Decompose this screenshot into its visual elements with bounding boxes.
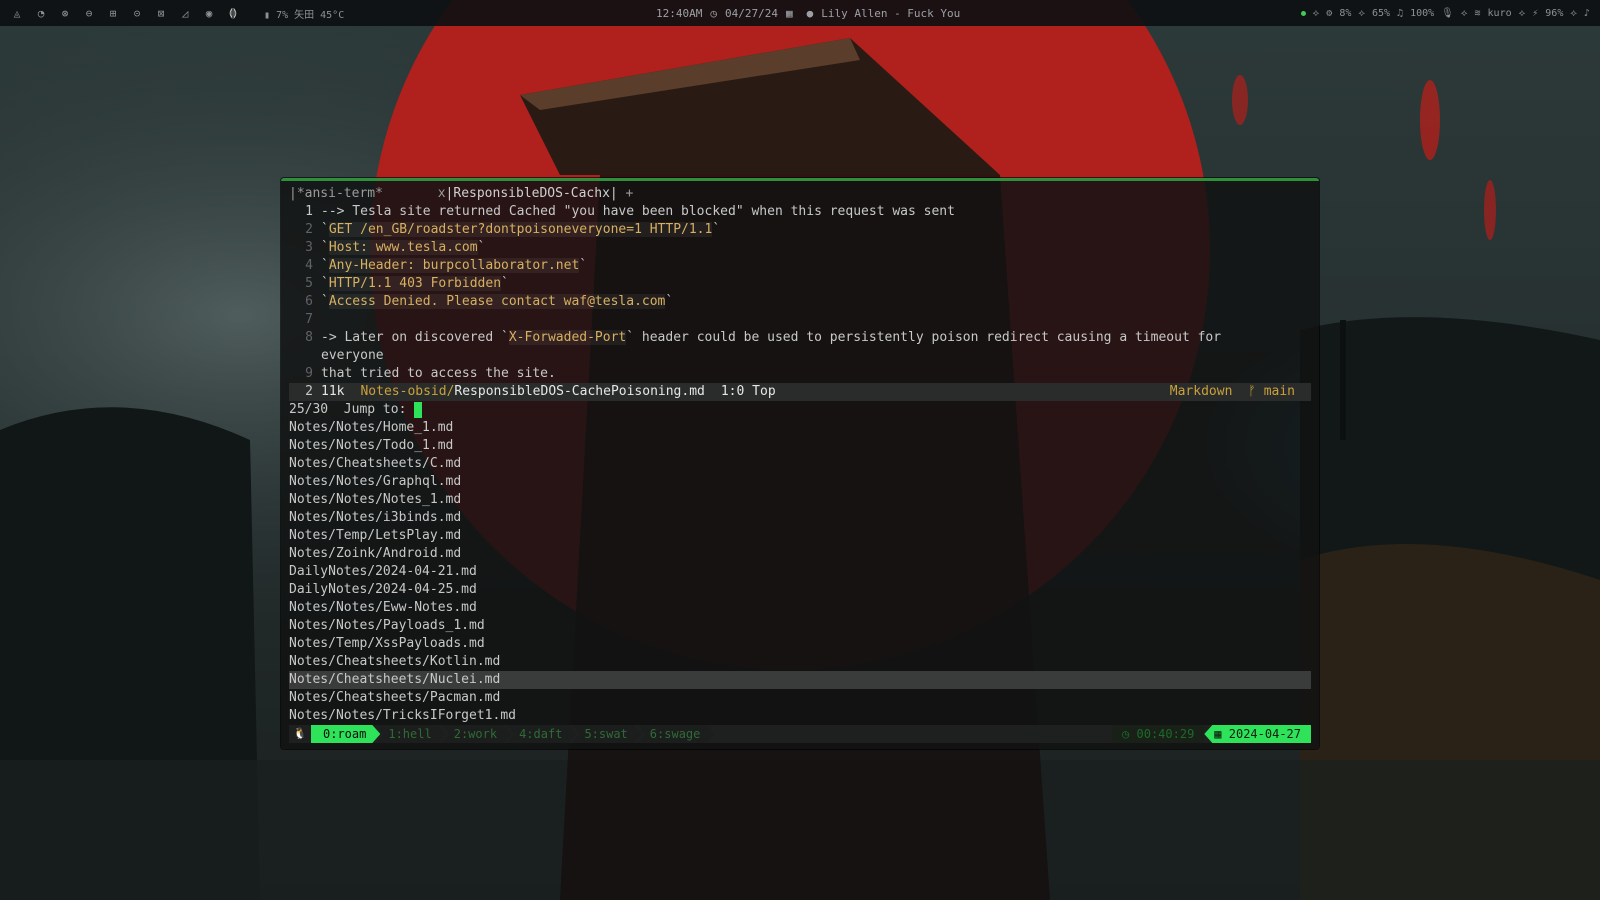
completion-item[interactable]: DailyNotes/2024-04-25.md: [289, 581, 1311, 599]
editor-line: 7: [305, 312, 313, 327]
completion-item[interactable]: DailyNotes/2024-04-21.md: [289, 563, 1311, 581]
battery-level: 96%: [1545, 7, 1564, 19]
wifi-icon[interactable]: ≋: [1475, 8, 1481, 19]
completion-item-selected[interactable]: Notes/Cheatsheets/Nuclei.md: [289, 671, 1311, 689]
workspace-2-icon[interactable]: ◔: [34, 6, 48, 20]
editor-line: 2 `GET /en_GB/roadster?dontpoisoneveryone…: [305, 222, 721, 237]
terminal-window[interactable]: |*ansi-term* x|ResponsibleDOS-Cachx| + 1…: [281, 178, 1319, 749]
calendar-icon: ▦: [785, 6, 793, 20]
editor-line: 4 `Any-Header: burpcollaborator.net`: [305, 258, 588, 273]
editor-line: 1 --> Tesla site returned Cached "you hav…: [305, 204, 955, 219]
file-size: 11k: [321, 384, 345, 399]
inline-code: X-Forwaded-Port: [508, 330, 627, 345]
separator-icon: ⟡: [1312, 7, 1320, 19]
inline-code: Any-Header: burpcollaborator.net: [328, 258, 580, 273]
system-stats: ▮ 7% 矢田 45°C: [264, 9, 345, 21]
editor-line: 8 -> Later on discovered `X-Forwaded-Port…: [305, 330, 1222, 345]
workspace-3-icon[interactable]: ⊛: [58, 6, 72, 20]
music-icon: ●: [806, 6, 814, 20]
memory-icon: ▮: [264, 9, 271, 21]
tmux-window-active[interactable]: 0:roam: [311, 725, 380, 743]
file-name: ResponsibleDOS-CachePoisoning.md: [454, 384, 705, 399]
separator-icon: ⟡: [1358, 7, 1365, 19]
major-mode: Markdown: [1169, 384, 1233, 399]
clock: 12:40AM: [656, 6, 703, 20]
completion-item[interactable]: Notes/Notes/Todo_1.md: [289, 437, 1311, 455]
minibuffer-prompt[interactable]: 25/30 Jump to:: [281, 401, 1319, 419]
inline-code: Access Denied. Please contact waf@tesla.…: [328, 294, 666, 309]
status-dot-icon: [1300, 10, 1306, 16]
editor-line: 6 `Access Denied. Please contact waf@tesl…: [305, 294, 674, 309]
match-count: 25/30: [289, 402, 329, 417]
cpu-usage: 8%: [1339, 7, 1352, 19]
editor-line: 3 `Host: www.tesla.com`: [305, 240, 486, 255]
workspace-1-icon[interactable]: ◬: [10, 6, 24, 20]
tab-responsible-dos[interactable]: |ResponsibleDOS-Cachx|: [446, 186, 618, 201]
penguin-icon: 🐧: [293, 727, 307, 740]
cpu-icon: ⚙: [1326, 7, 1333, 19]
workspace-7-icon[interactable]: ⊠: [154, 6, 168, 20]
battery-icon: ⚡: [1532, 7, 1539, 19]
now-playing[interactable]: Lily Allen - Fuck You: [821, 7, 960, 20]
tmux-window[interactable]: 2:work: [442, 725, 511, 743]
microphone-icon: 🎙: [1441, 7, 1454, 19]
workspace-6-icon[interactable]: ⊝: [130, 6, 144, 20]
completion-item[interactable]: Notes/Notes/Payloads_1.md: [289, 617, 1311, 635]
workspace-4-icon[interactable]: ⊖: [82, 6, 96, 20]
editor-statusline: 2 11k Notes-obsid/ResponsibleDOS-CachePo…: [289, 383, 1311, 401]
tab-ansi-term[interactable]: |*ansi-term* x: [289, 186, 446, 201]
file-directory: Notes-obsid/: [360, 384, 455, 399]
completion-item[interactable]: Notes/Notes/i3binds.md: [289, 509, 1311, 527]
tab-line: |*ansi-term* x|ResponsibleDOS-Cachx| +: [281, 185, 1319, 203]
bell-icon[interactable]: ♪: [1584, 8, 1590, 19]
cursor-position: 1:0 Top: [720, 384, 776, 399]
completion-item[interactable]: Notes/Temp/XssPayloads.md: [289, 635, 1311, 653]
clock-icon: ◷: [710, 6, 717, 20]
tmux-window[interactable]: 1:hell: [376, 725, 445, 743]
editor-line: 5 `HTTP/1.1 403 Forbidden`: [305, 276, 509, 291]
tmux-window[interactable]: 6:swage: [638, 725, 715, 743]
editor-line: 9 that tried to access the site.: [305, 366, 556, 381]
inline-code: GET /en_GB/roadster?dontpoisoneveryone=1…: [328, 222, 713, 237]
completion-item[interactable]: Notes/Cheatsheets/Pacman.md: [289, 689, 1311, 707]
completion-item[interactable]: Notes/Notes/TricksIForget1.md: [289, 707, 1311, 725]
workspace-9-icon[interactable]: ◉: [202, 6, 216, 20]
completion-list[interactable]: Notes/Notes/Home_1.md Notes/Notes/Todo_1.…: [281, 419, 1319, 725]
volume-level[interactable]: 100%: [1410, 8, 1434, 19]
workspace-10-icon[interactable]: ⟬⟭: [226, 6, 240, 20]
date: 04/27/24: [724, 6, 778, 20]
separator-icon: ⟡: [1518, 7, 1526, 19]
workspace-8-icon[interactable]: ◿: [178, 6, 192, 20]
editor-line: everyone: [321, 348, 384, 363]
completion-item[interactable]: Notes/Cheatsheets/Kotlin.md: [289, 653, 1311, 671]
separator-icon: ⟡: [1570, 7, 1577, 19]
workspace-5-icon[interactable]: ⊞: [106, 6, 120, 20]
tmux-date: ▦ 2024-04-27: [1204, 725, 1311, 743]
git-branch: ᚠ main: [1248, 384, 1295, 399]
completion-item[interactable]: Notes/Cheatsheets/C.md: [289, 455, 1311, 473]
separator-icon: ⟡: [1460, 7, 1468, 19]
completion-item[interactable]: Notes/Temp/LetsPlay.md: [289, 527, 1311, 545]
headphones-icon: ♫: [1397, 7, 1404, 19]
text-cursor: [414, 402, 423, 418]
completion-item[interactable]: Notes/Notes/Eww-Notes.md: [289, 599, 1311, 617]
inline-code: Host: www.tesla.com: [328, 240, 478, 255]
tmux-window[interactable]: 5:swat: [572, 725, 641, 743]
completion-item[interactable]: Notes/Notes/Home_1.md: [289, 419, 1311, 437]
tmux-clock: ◷ 00:40:29: [1112, 725, 1205, 743]
completion-item[interactable]: Notes/Notes/Graphql.md: [289, 473, 1311, 491]
completion-item[interactable]: Notes/Notes/Notes_1.md: [289, 491, 1311, 509]
new-tab-button[interactable]: +: [618, 186, 634, 201]
tmux-window[interactable]: 4:daft: [507, 725, 576, 743]
completion-item[interactable]: Notes/Zoink/Android.md: [289, 545, 1311, 563]
top-status-bar: ◬ ◔ ⊛ ⊖ ⊞ ⊝ ⊠ ◿ ◉ ⟬⟭ ▮ 7% 矢田 45°C 12:40A…: [0, 0, 1600, 26]
prompt-label: Jump to:: [343, 402, 407, 417]
editor-buffer[interactable]: 1 --> Tesla site returned Cached "you hav…: [281, 203, 1319, 383]
clock-icon: ◷: [1122, 727, 1137, 741]
inline-code: HTTP/1.1 403 Forbidden: [328, 276, 502, 291]
username: kuro: [1487, 7, 1512, 19]
memory-usage: 65%: [1371, 7, 1391, 19]
tmux-status-bar: 🐧 0:roam 1:hell 2:work 4:daft 5:swat 6:s…: [289, 725, 1311, 743]
calendar-icon: ▦: [1214, 727, 1229, 741]
